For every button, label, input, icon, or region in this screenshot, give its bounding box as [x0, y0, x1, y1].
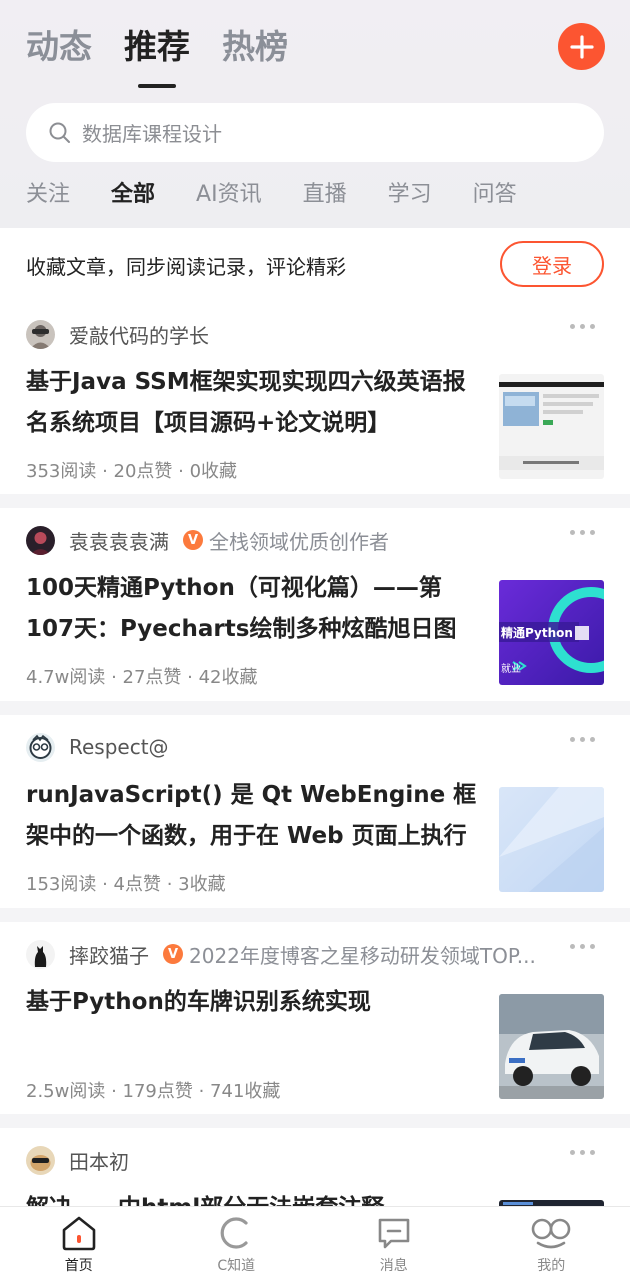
search-icon [49, 122, 70, 143]
thumbnail-text: 精通Python [501, 626, 573, 640]
avatar[interactable] [26, 939, 55, 969]
add-button[interactable] [558, 23, 605, 70]
article-title[interactable]: 100天精通Python（可视化篇）——第107天：Pyecharts绘制多种炫… [26, 568, 478, 650]
author-row[interactable]: 田本初 [26, 1145, 129, 1175]
main-tabs: 动态 推荐 热榜 [26, 22, 288, 88]
plus-icon [569, 34, 594, 59]
creator-badge: V 全栈领域优质创作者 [183, 526, 389, 555]
profile-icon [531, 1218, 571, 1249]
tab-dynamic[interactable]: 动态 [26, 22, 92, 72]
category-tabs: 关注 全部 AI资讯 直播 学习 问答 [26, 178, 558, 212]
article-title[interactable]: runJavaScript() 是 Qt WebEngine 框架中的一个函数，… [26, 775, 478, 857]
article-meta: 4.7w阅读 · 27点赞 · 42收藏 [26, 667, 258, 688]
subtab-study[interactable]: 学习 [388, 178, 432, 212]
tab-home-label: 首页 [64, 1258, 93, 1274]
tab-recommend[interactable]: 推荐 [124, 22, 190, 88]
subtab-ai-news[interactable]: AI资讯 [196, 178, 262, 212]
c-know-icon [220, 1217, 248, 1249]
subtab-follow[interactable]: 关注 [26, 178, 70, 212]
author-row[interactable]: 摔跤猫子 V 2022年度博客之星移动研发领域TOP... [26, 939, 536, 969]
tab-home[interactable]: 首页 [0, 1207, 158, 1280]
badge-icon: V [183, 530, 203, 550]
avatar[interactable] [26, 525, 55, 555]
more-icon[interactable] [570, 1150, 595, 1155]
tab-profile[interactable]: 我的 [473, 1207, 630, 1280]
avatar[interactable] [26, 732, 55, 762]
search-bar[interactable]: 数据库课程设计 [26, 103, 604, 162]
article-thumbnail[interactable]: 精通Python 就业 [499, 580, 604, 685]
article-title[interactable]: 解决……中html部分无法嵌套注释 [26, 1188, 478, 1206]
avatar[interactable] [26, 1145, 55, 1175]
tab-hot-list[interactable]: 热榜 [222, 22, 288, 72]
subtab-all[interactable]: 全部 [111, 178, 155, 212]
bottom-tab-bar: 首页 C知道 消息 我的 [0, 1206, 630, 1280]
badge-text: 2022年度博客之星移动研发领域TOP... [189, 943, 536, 968]
more-icon[interactable] [570, 737, 595, 742]
tab-c-know[interactable]: C知道 [158, 1207, 316, 1280]
author-name[interactable]: 袁袁袁袁满 [69, 526, 169, 555]
thumbnail-subtext: 就业 [501, 664, 521, 675]
author-name[interactable]: 田本初 [69, 1146, 129, 1175]
message-icon [378, 1218, 410, 1249]
article-thumbnail[interactable] [499, 787, 604, 892]
login-prompt: 收藏文章，同步阅读记录，评论精彩 登录 [0, 228, 630, 302]
tab-profile-label: 我的 [537, 1258, 566, 1274]
author-name[interactable]: 摔跤猫子 [69, 940, 149, 969]
home-icon [62, 1216, 96, 1251]
author-row[interactable]: 袁袁袁袁满 V 全栈领域优质创作者 [26, 525, 389, 555]
subtab-live[interactable]: 直播 [303, 178, 347, 212]
article-thumbnail[interactable] [499, 374, 604, 479]
login-button[interactable]: 登录 [500, 241, 604, 287]
author-row[interactable]: 爱敲代码的学长 [26, 319, 209, 349]
badge-text: 全栈领域优质创作者 [209, 529, 389, 554]
more-icon[interactable] [570, 324, 595, 329]
search-placeholder: 数据库课程设计 [82, 122, 222, 146]
more-icon[interactable] [570, 944, 595, 949]
article-title[interactable]: 基于Java SSM框架实现实现四六级英语报名系统项目【项目源码+论文说明】 [26, 362, 478, 444]
author-row[interactable]: Respect@ [26, 732, 169, 762]
tab-messages-label: 消息 [379, 1258, 408, 1274]
login-prompt-text: 收藏文章，同步阅读记录，评论精彩 [26, 254, 346, 279]
feed-card[interactable]: 袁袁袁袁满 V 全栈领域优质创作者 100天精通Python（可视化篇）——第1… [0, 508, 630, 701]
article-meta: 2.5w阅读 · 179点赞 · 741收藏 [26, 1081, 281, 1102]
feed-card[interactable]: 田本初 解决……中html部分无法嵌套注释 [0, 1128, 630, 1206]
badge-icon: V [163, 944, 183, 964]
feed-card[interactable]: Respect@ runJavaScript() 是 Qt WebEngine … [0, 715, 630, 908]
subtab-qa[interactable]: 问答 [473, 178, 517, 212]
creator-badge: V 2022年度博客之星移动研发领域TOP... [163, 940, 536, 969]
avatar[interactable] [26, 319, 55, 349]
article-meta: 153阅读 · 4点赞 · 3收藏 [26, 874, 226, 895]
article-thumbnail[interactable] [499, 994, 604, 1099]
article-meta: 353阅读 · 20点赞 · 0收藏 [26, 461, 238, 482]
top-header: 动态 推荐 热榜 数据库课程设计 关注 全部 AI资讯 直播 学习 问答 [0, 0, 630, 228]
author-name[interactable]: Respect@ [69, 735, 169, 759]
tab-c-know-label: C知道 [217, 1258, 256, 1274]
more-icon[interactable] [570, 530, 595, 535]
feed-card[interactable]: 爱敲代码的学长 基于Java SSM框架实现实现四六级英语报名系统项目【项目源码… [0, 302, 630, 494]
feed-card[interactable]: 摔跤猫子 V 2022年度博客之星移动研发领域TOP... 基于Python的车… [0, 922, 630, 1114]
article-title[interactable]: 基于Python的车牌识别系统实现 [26, 982, 478, 1023]
author-name[interactable]: 爱敲代码的学长 [69, 320, 209, 349]
tab-messages[interactable]: 消息 [315, 1207, 473, 1280]
